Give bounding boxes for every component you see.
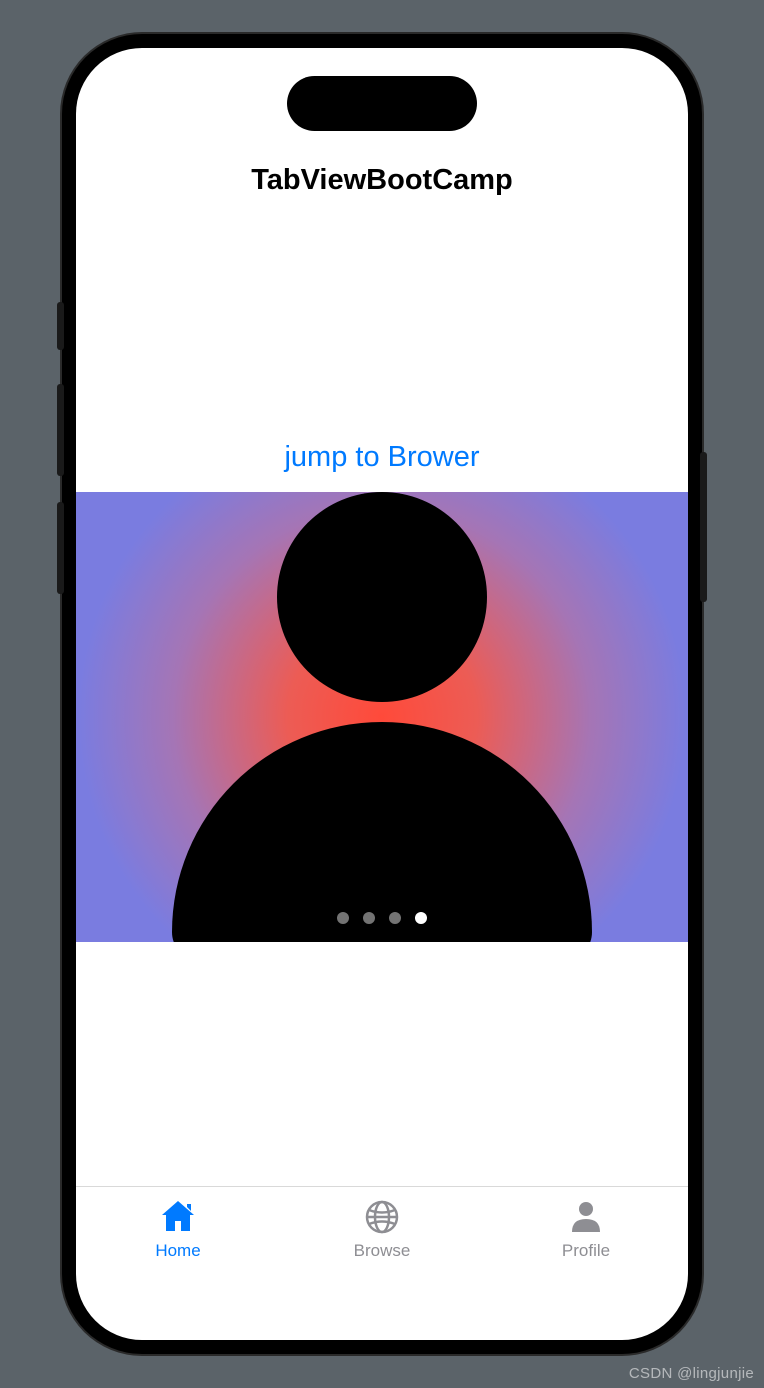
watermark: CSDN @lingjunjie xyxy=(629,1365,754,1382)
page-carousel[interactable] xyxy=(76,492,688,942)
tab-label: Home xyxy=(155,1241,200,1261)
globe-icon xyxy=(362,1197,402,1237)
page-dot[interactable] xyxy=(389,912,401,924)
tab-label: Browse xyxy=(354,1241,411,1261)
page-dot[interactable] xyxy=(363,912,375,924)
side-button-power xyxy=(700,452,707,602)
device-frame: TabViewBootCamp jump to Brower xyxy=(62,34,702,1354)
person-icon xyxy=(172,492,592,942)
tab-bar: Home Browse Profile xyxy=(76,1186,688,1306)
tab-label: Profile xyxy=(562,1241,610,1261)
page-indicator[interactable] xyxy=(337,912,427,924)
dynamic-island xyxy=(287,76,477,131)
side-button-volume-up xyxy=(57,384,64,476)
tab-profile[interactable]: Profile xyxy=(484,1197,688,1261)
page-dot[interactable] xyxy=(337,912,349,924)
page-dot[interactable] xyxy=(415,912,427,924)
tab-home[interactable]: Home xyxy=(76,1197,280,1261)
tab-browse[interactable]: Browse xyxy=(280,1197,484,1261)
jump-to-browser-link[interactable]: jump to Brower xyxy=(284,441,479,474)
house-icon xyxy=(158,1197,198,1237)
person-icon xyxy=(566,1197,606,1237)
main-content: jump to Brower xyxy=(76,197,688,1186)
side-button-volume-down xyxy=(57,502,64,594)
page-title: TabViewBootCamp xyxy=(76,164,688,197)
side-button-silence xyxy=(57,302,64,350)
phone-screen: TabViewBootCamp jump to Brower xyxy=(76,48,688,1340)
